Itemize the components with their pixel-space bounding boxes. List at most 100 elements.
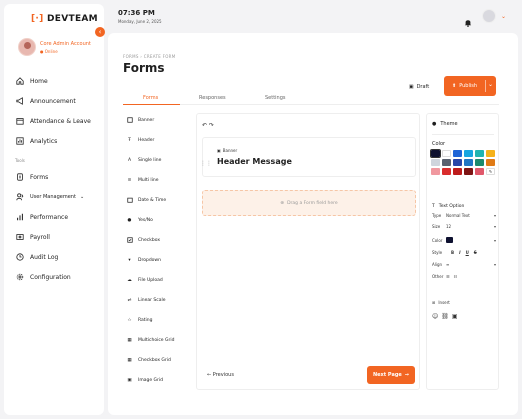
lines-icon: ≡ (127, 177, 132, 183)
sidebar-item-announcement[interactable]: Announcement (15, 95, 100, 107)
palette-item-file-upload[interactable]: ☁ File Upload (123, 273, 183, 287)
sidebar-item-user-management[interactable]: User Management ⌄ (15, 191, 100, 203)
chart-icon (15, 137, 24, 146)
text-option-label: Text Option (438, 204, 465, 209)
palette-label: Checkbox Grid (138, 357, 171, 363)
numbered-list-icon[interactable]: ☷ (454, 274, 458, 279)
color-swatch[interactable] (453, 159, 462, 166)
palette-item-date-time[interactable]: Date & Time (123, 193, 183, 207)
previous-button[interactable]: ← Previous (207, 372, 234, 378)
tab-settings[interactable]: Settings (265, 95, 286, 101)
next-page-button[interactable]: Next Page → (367, 366, 415, 384)
color-swatch[interactable] (442, 168, 451, 175)
row-value: Normal Text (446, 213, 470, 218)
bullet-list-icon[interactable]: ☰ (446, 274, 450, 279)
bell-icon[interactable] (464, 12, 472, 27)
color-picker-swatch[interactable]: ✎ (486, 168, 495, 175)
tab-responses[interactable]: Responses (199, 95, 226, 101)
sidebar-item-payroll[interactable]: Payroll (15, 231, 100, 243)
palette-item-checkbox-grid[interactable]: ▦ Checkbox Grid (123, 353, 183, 367)
color-swatch[interactable] (431, 159, 440, 166)
chevron-down-icon[interactable]: ⌄ (501, 13, 506, 20)
row-key: Other (432, 274, 444, 279)
text-color-swatch[interactable] (446, 237, 453, 243)
draft-button[interactable]: ▣ Draft (401, 79, 437, 94)
palette-label: Linear Scale (138, 297, 166, 303)
arrow-left-icon: ← (207, 372, 212, 378)
tab-bar: Forms Responses Settings (123, 95, 499, 105)
color-swatch[interactable] (464, 150, 473, 157)
color-swatch[interactable] (453, 150, 462, 157)
palette-label: Header (138, 137, 155, 143)
strikethrough-icon[interactable]: S (474, 250, 477, 255)
chevron-down-icon[interactable]: ⌄ (488, 81, 493, 88)
chevron-down-icon[interactable]: ▾ (494, 224, 496, 229)
chevron-down-icon[interactable]: ⌄ (80, 194, 84, 200)
drag-handle-icon[interactable]: ⋮⋮ (200, 160, 212, 167)
palette-item-header[interactable]: Ŧ Header (123, 133, 183, 147)
underline-icon[interactable]: U (466, 250, 469, 255)
color-swatch[interactable] (430, 149, 441, 158)
sidebar-item-attendance[interactable]: Attendance & Leave (15, 115, 100, 127)
color-label: Color (432, 141, 446, 147)
color-swatch[interactable] (486, 150, 495, 157)
sidebar-item-audit-log[interactable]: Audit Log (15, 251, 100, 263)
color-row[interactable]: Color ▾ (432, 237, 496, 243)
account-name: Core Admin Account (40, 40, 91, 47)
sidebar-item-configuration[interactable]: Configuration (15, 271, 100, 283)
sidebar-item-performance[interactable]: Performance (15, 211, 100, 223)
palette-item-checkbox[interactable]: Checkbox (123, 233, 183, 247)
type-row[interactable]: Type Normal Text ▾ (432, 213, 496, 218)
tab-forms[interactable]: Forms (143, 95, 158, 101)
header-field-card[interactable]: ⋮⋮ ▣ Banner Header Message (200, 137, 416, 177)
sidebar-item-analytics[interactable]: Analytics (15, 135, 100, 147)
undo-redo-icons[interactable]: ↶ ↷ (202, 122, 214, 129)
color-swatch[interactable] (464, 159, 473, 166)
row-value: 12 (446, 224, 452, 229)
header-title[interactable]: Header Message (217, 157, 292, 166)
chevron-down-icon[interactable]: ▾ (494, 238, 496, 243)
color-swatch[interactable] (442, 159, 451, 166)
collapse-sidebar-button[interactable]: ‹ (95, 27, 105, 37)
insert-label: Insert (438, 300, 450, 305)
color-swatch[interactable] (475, 159, 484, 166)
italic-icon[interactable]: I (459, 250, 461, 255)
palette-item-dropdown[interactable]: ▾ Dropdown (123, 253, 183, 267)
palette-item-multi-line[interactable]: ≡ Multi line (123, 173, 183, 187)
palette-item-yes-no[interactable]: ● Yes/No (123, 213, 183, 227)
palette-item-image-grid[interactable]: ▣ Image Grid (123, 373, 183, 387)
grid-icon: ▦ (127, 337, 132, 343)
sidebar-item-home[interactable]: Home (15, 75, 100, 87)
color-swatch[interactable] (486, 159, 495, 166)
chevron-down-icon[interactable]: ▾ (494, 213, 496, 218)
publish-button[interactable]: ⬆ Publish ⌄ (444, 76, 496, 96)
user-avatar[interactable] (482, 9, 496, 23)
palette-item-linear-scale[interactable]: ⇌ Linear Scale (123, 293, 183, 307)
drop-zone[interactable]: ⊕ Drag a Form field here (202, 190, 416, 216)
sidebar-item-forms[interactable]: Forms (15, 171, 100, 183)
palette-item-rating[interactable]: ☆ Rating (123, 313, 183, 327)
color-swatch[interactable] (453, 168, 462, 175)
palette-item-multichoice-grid[interactable]: ▦ Multichoice Grid (123, 333, 183, 347)
palette-label: Checkbox (138, 237, 160, 243)
color-swatch[interactable] (431, 168, 440, 175)
align-row[interactable]: Align ≡ ▾ (432, 262, 496, 267)
bold-icon[interactable]: B (451, 250, 454, 255)
color-swatch[interactable] (475, 150, 484, 157)
sidebar-item-label: Announcement (30, 97, 76, 105)
palette-item-single-line[interactable]: A Single line (123, 153, 183, 167)
row-key: Color (432, 237, 443, 243)
account-card[interactable]: Core Admin Account ● Online (18, 38, 91, 56)
link-icon[interactable]: ⛓ (441, 313, 449, 320)
image-icon[interactable]: ▣ (452, 313, 458, 320)
color-swatch[interactable] (442, 150, 451, 157)
chevron-down-icon[interactable]: ▾ (494, 262, 496, 267)
palette-item-banner[interactable]: Banner (123, 113, 183, 127)
color-swatch[interactable] (464, 168, 473, 175)
palette-label: Single line (138, 157, 162, 163)
color-swatch[interactable] (475, 168, 484, 175)
emoji-icon[interactable]: ☺ (432, 313, 438, 320)
account-status: ● Online (40, 48, 58, 54)
banner-icon: ▣ (217, 148, 221, 153)
size-row[interactable]: Size 12 ▾ (432, 224, 496, 229)
